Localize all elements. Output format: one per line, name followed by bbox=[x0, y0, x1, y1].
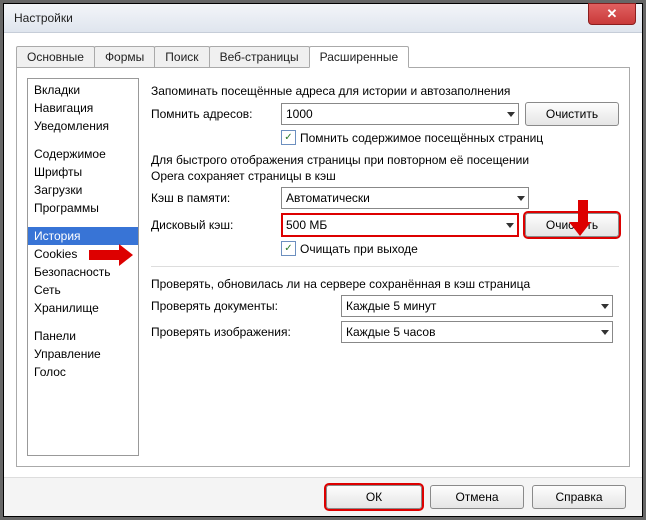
check-docs-label: Проверять документы: bbox=[151, 299, 341, 313]
check-icon: ✓ bbox=[284, 243, 292, 254]
close-button[interactable]: ✕ bbox=[588, 3, 636, 25]
cancel-button[interactable]: Отмена bbox=[430, 485, 524, 509]
annotation-arrow-nav bbox=[89, 250, 133, 266]
nav-voice[interactable]: Голос bbox=[28, 363, 138, 381]
remember-label: Помнить адресов: bbox=[151, 107, 281, 121]
content-area: Основные Формы Поиск Веб-страницы Расшир… bbox=[4, 33, 642, 477]
nav-tabs[interactable]: Вкладки bbox=[28, 81, 138, 99]
help-button[interactable]: Справка bbox=[532, 485, 626, 509]
mem-cache-label: Кэш в памяти: bbox=[151, 191, 281, 205]
tab-strip: Основные Формы Поиск Веб-страницы Расшир… bbox=[16, 43, 630, 67]
tab-basic[interactable]: Основные bbox=[16, 46, 95, 67]
nav-network[interactable]: Сеть bbox=[28, 281, 138, 299]
titlebar: Настройки ✕ bbox=[4, 4, 642, 33]
chevron-down-icon bbox=[601, 330, 609, 335]
check-images-label: Проверять изображения: bbox=[151, 325, 341, 339]
settings-column: Запоминать посещённые адреса для истории… bbox=[151, 78, 619, 456]
settings-window: Настройки ✕ Основные Формы Поиск Веб-стр… bbox=[3, 3, 643, 517]
cache-desc2: Opera сохраняет страницы в кэш bbox=[151, 169, 619, 183]
check-images-combo[interactable]: Каждые 5 часов bbox=[341, 321, 613, 343]
nav-management[interactable]: Управление bbox=[28, 345, 138, 363]
cache-desc1: Для быстрого отображения страницы при по… bbox=[151, 153, 619, 167]
nav-navigation[interactable]: Навигация bbox=[28, 99, 138, 117]
dialog-button-row: ОК Отмена Справка bbox=[4, 477, 642, 516]
chevron-down-icon bbox=[506, 223, 514, 228]
clear-on-exit-checkbox[interactable]: ✓ bbox=[281, 241, 296, 256]
nav-downloads[interactable]: Загрузки bbox=[28, 181, 138, 199]
mem-cache-value: Автоматически bbox=[286, 191, 370, 205]
check-desc: Проверять, обновилась ли на сервере сохр… bbox=[151, 277, 619, 291]
ok-button[interactable]: ОК bbox=[326, 485, 422, 509]
remember-value: 1000 bbox=[286, 107, 313, 121]
check-icon: ✓ bbox=[284, 132, 292, 143]
chevron-down-icon bbox=[601, 304, 609, 309]
tab-webpages[interactable]: Веб-страницы bbox=[209, 46, 310, 67]
nav-panels[interactable]: Панели bbox=[28, 327, 138, 345]
tab-panel-advanced: Вкладки Навигация Уведомления Содержимое… bbox=[16, 67, 630, 467]
tab-advanced[interactable]: Расширенные bbox=[309, 46, 410, 68]
check-docs-combo[interactable]: Каждые 5 минут bbox=[341, 295, 613, 317]
tab-search[interactable]: Поиск bbox=[154, 46, 209, 67]
chevron-down-icon bbox=[507, 112, 515, 117]
disk-cache-label: Дисковый кэш: bbox=[151, 218, 281, 232]
nav-notifications[interactable]: Уведомления bbox=[28, 117, 138, 135]
remember-desc: Запоминать посещённые адреса для истории… bbox=[151, 84, 619, 98]
nav-storage[interactable]: Хранилище bbox=[28, 299, 138, 317]
clear-history-button[interactable]: Очистить bbox=[525, 102, 619, 126]
remember-addresses-combo[interactable]: 1000 bbox=[281, 103, 519, 125]
check-images-value: Каждые 5 часов bbox=[346, 325, 435, 339]
nav-history[interactable]: История bbox=[28, 227, 138, 245]
disk-cache-value: 500 МБ bbox=[286, 218, 327, 232]
nav-programs[interactable]: Программы bbox=[28, 199, 138, 217]
remember-content-checkbox[interactable]: ✓ bbox=[281, 130, 296, 145]
nav-content[interactable]: Содержимое bbox=[28, 145, 138, 163]
tab-forms[interactable]: Формы bbox=[94, 46, 155, 67]
clear-on-exit-label: Очищать при выходе bbox=[300, 242, 418, 256]
nav-list: Вкладки Навигация Уведомления Содержимое… bbox=[27, 78, 139, 456]
nav-fonts[interactable]: Шрифты bbox=[28, 163, 138, 181]
annotation-arrow-clear bbox=[575, 200, 591, 236]
chevron-down-icon bbox=[517, 196, 525, 201]
close-icon: ✕ bbox=[607, 6, 618, 22]
check-docs-value: Каждые 5 минут bbox=[346, 299, 436, 313]
disk-cache-combo[interactable]: 500 МБ bbox=[281, 213, 519, 237]
mem-cache-combo[interactable]: Автоматически bbox=[281, 187, 529, 209]
separator bbox=[151, 266, 619, 267]
remember-content-label: Помнить содержимое посещённых страниц bbox=[300, 131, 543, 145]
window-title: Настройки bbox=[14, 11, 588, 25]
